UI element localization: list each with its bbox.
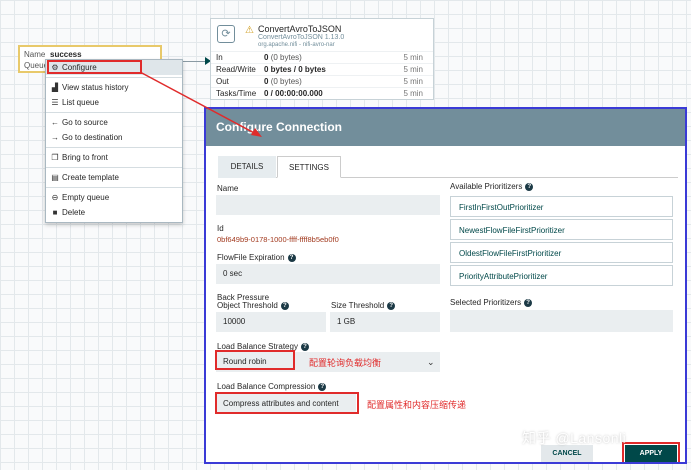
minus-circle-icon: ⊖ <box>51 193 59 202</box>
size-threshold-input[interactable]: 1 GB <box>330 312 440 332</box>
stat-row-out: Out 0 (0 bytes) 5 min <box>211 75 433 87</box>
menu-item-view-status-history[interactable]: ▟ View status history <box>46 80 182 95</box>
list-icon: ☰ <box>51 98 59 107</box>
menu-item-bring-to-front[interactable]: ❐ Bring to front <box>46 150 182 165</box>
flowfile-expiration-input[interactable]: 0 sec <box>216 264 440 284</box>
template-icon: ▤ <box>51 173 59 182</box>
processor-type: ConvertAvroToJSON 1.13.0 <box>258 34 345 41</box>
menu-divider <box>46 187 182 188</box>
load-balance-compression-label: Load Balance Compression? <box>217 382 327 391</box>
annotation-highlight-compression <box>215 392 359 414</box>
stat-key: Tasks/Time <box>216 89 257 98</box>
annotation-highlight-configure <box>47 60 142 74</box>
context-menu: ⚙ Configure ▟ View status history ☰ List qu… <box>45 59 183 223</box>
name-input[interactable] <box>216 195 440 215</box>
help-icon[interactable]: ? <box>387 301 396 310</box>
prioritizer-item[interactable]: PriorityAttributePrioritizer <box>450 265 673 286</box>
stat-value: 0 / 00:00:00.000 <box>264 89 323 98</box>
help-icon[interactable]: ? <box>300 342 309 351</box>
object-threshold-input[interactable]: 10000 <box>216 312 326 332</box>
object-threshold-text: Object Threshold <box>217 301 278 310</box>
id-value: 0bf649b9-0178-1000-ffff-ffff8b5eb0f0 <box>217 235 339 244</box>
arrow-left-icon: ← <box>51 118 59 127</box>
prioritizer-item[interactable]: NewestFlowFileFirstPrioritizer <box>450 219 673 240</box>
annotation-note-compression: 配置属性和内容压缩传递 <box>367 400 467 410</box>
configure-connection-dialog: Configure Connection DETAILS SETTINGS Na… <box>204 107 687 464</box>
size-threshold-label: Size Threshold? <box>331 301 396 310</box>
chart-icon: ▟ <box>51 83 59 92</box>
menu-item-empty-queue[interactable]: ⊖ Empty queue <box>46 190 182 205</box>
menu-divider <box>46 147 182 148</box>
stat-time: 5 min <box>403 89 423 98</box>
stat-value: 0 bytes / 0 bytes <box>264 65 326 74</box>
tab-details[interactable]: DETAILS <box>218 156 276 178</box>
menu-item-label: List queue <box>62 98 99 107</box>
menu-item-go-to-destination[interactable]: → Go to destination <box>46 130 182 145</box>
dialog-title: Configure Connection <box>206 109 685 146</box>
stat-row-read-write: Read/Write 0 bytes / 0 bytes 5 min <box>211 63 433 75</box>
annotation-highlight-apply <box>622 442 680 462</box>
menu-item-list-queue[interactable]: ☰ List queue <box>46 95 182 110</box>
flowfile-expiration-text: FlowFile Expiration <box>217 253 285 262</box>
arrow-right-icon: → <box>51 133 59 142</box>
menu-item-label: Delete <box>62 208 86 217</box>
help-icon[interactable]: ? <box>318 382 327 391</box>
processor-convert-avro-to-json[interactable]: ⟳ ⚠ ConvertAvroToJSON ConvertAvroToJSON … <box>210 18 434 100</box>
menu-item-label: Empty queue <box>62 193 110 202</box>
menu-item-label: Create template <box>62 173 119 182</box>
watermark-text: 知乎 @Lansonli <box>522 430 627 446</box>
trash-icon: ■ <box>52 208 58 217</box>
object-threshold-label: Object Threshold? <box>217 301 289 310</box>
prioritizer-item[interactable]: OldestFlowFileFirstPrioritizer <box>450 242 673 263</box>
available-prioritizers-list: FirstInFirstOutPrioritizer NewestFlowFil… <box>450 196 673 288</box>
stat-row-in: In 0 (0 bytes) 5 min <box>211 51 433 63</box>
warning-icon[interactable]: ⚠ <box>245 25 254 36</box>
stat-row-tasks-time: Tasks/Time 0 / 00:00:00.000 5 min <box>211 87 433 99</box>
available-prioritizers-label: Available Prioritizers? <box>450 182 534 191</box>
chevron-down-icon[interactable]: ⌄ <box>427 357 435 368</box>
available-prioritizers-text: Available Prioritizers <box>450 182 523 191</box>
prioritizer-item[interactable]: FirstInFirstOutPrioritizer <box>450 196 673 217</box>
id-label: Id <box>217 224 224 233</box>
name-label: Name <box>217 184 239 193</box>
menu-item-create-template[interactable]: ▤ Create template <box>46 170 182 185</box>
processor-name: ConvertAvroToJSON <box>258 24 342 34</box>
annotation-highlight-strategy <box>215 350 295 370</box>
stat-extra: (0 bytes) <box>270 77 302 86</box>
menu-item-label: Bring to front <box>62 153 108 162</box>
stat-value: 0 <box>264 77 269 86</box>
menu-item-delete[interactable]: ■ Delete <box>46 205 182 220</box>
menu-divider <box>46 112 182 113</box>
connection-name-value: success <box>50 50 82 59</box>
selected-prioritizers-list[interactable] <box>450 310 673 332</box>
selected-prioritizers-text: Selected Prioritizers <box>450 298 522 307</box>
menu-item-label: Go to source <box>62 118 108 127</box>
size-threshold-text: Size Threshold <box>331 301 385 310</box>
annotation-note-strategy: 配置轮询负载均衡 <box>309 358 382 368</box>
help-icon[interactable]: ? <box>280 301 289 310</box>
load-balance-compression-text: Load Balance Compression <box>217 382 316 391</box>
bring-to-front-icon: ❐ <box>51 153 59 162</box>
help-icon[interactable]: ? <box>524 298 533 307</box>
help-icon[interactable]: ? <box>525 182 534 191</box>
dialog-tabs: DETAILS SETTINGS <box>218 156 678 178</box>
tab-settings[interactable]: SETTINGS <box>277 156 341 178</box>
processor-icon: ⟳ <box>217 25 235 43</box>
menu-item-label: Go to destination <box>62 133 123 142</box>
menu-divider <box>46 167 182 168</box>
stat-extra: (0 bytes) <box>270 53 302 62</box>
selected-prioritizers-label: Selected Prioritizers? <box>450 298 533 307</box>
menu-item-label: View status history <box>62 83 129 92</box>
flowfile-expiration-label: FlowFile Expiration? <box>217 253 296 262</box>
processor-bundle: org.apache.nifi - nifi-avro-nar <box>258 42 335 48</box>
menu-divider <box>46 77 182 78</box>
help-icon[interactable]: ? <box>287 253 296 262</box>
stat-value: 0 <box>264 53 269 62</box>
menu-item-go-to-source[interactable]: ← Go to source <box>46 115 182 130</box>
